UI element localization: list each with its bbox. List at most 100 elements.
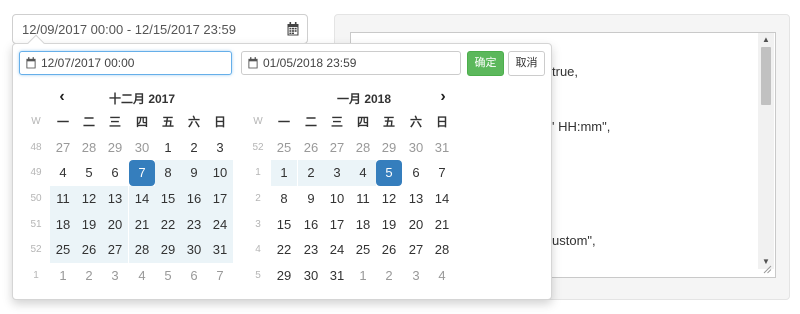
calendar-day-in-range[interactable]: 17 xyxy=(207,186,233,212)
calendar-day[interactable]: 22 xyxy=(271,237,297,263)
calendar-day-selected[interactable]: 7 xyxy=(129,160,155,186)
calendar-day-in-range[interactable]: 19 xyxy=(76,212,102,238)
calendar-day[interactable]: 28 xyxy=(429,237,455,263)
calendar-day-in-range[interactable]: 21 xyxy=(129,212,155,238)
calendar-day[interactable]: 11 xyxy=(350,186,376,212)
calendar-day-in-range[interactable]: 30 xyxy=(181,237,207,263)
calendar-day-other-month[interactable]: 2 xyxy=(76,263,102,289)
calendar-day[interactable]: 18 xyxy=(350,212,376,238)
calendar-day-in-range[interactable]: 26 xyxy=(76,237,102,263)
calendar-day-in-range[interactable]: 10 xyxy=(207,160,233,186)
calendar-day[interactable]: 29 xyxy=(271,263,297,289)
calendar-day-other-month[interactable]: 30 xyxy=(129,135,155,161)
calendar-icon xyxy=(248,57,258,69)
calendar-day[interactable]: 26 xyxy=(376,237,402,263)
calendar-day[interactable]: 6 xyxy=(102,160,128,186)
calendar-day-in-range[interactable]: 4 xyxy=(350,160,376,186)
calendar-day[interactable]: 25 xyxy=(350,237,376,263)
calendar-day[interactable]: 4 xyxy=(50,160,76,186)
calendar-day[interactable]: 20 xyxy=(403,212,429,238)
calendar-day[interactable]: 23 xyxy=(298,237,324,263)
end-date-field[interactable]: 01/05/2018 23:59 xyxy=(241,51,461,75)
calendar-day[interactable]: 10 xyxy=(324,186,350,212)
calendar-day-in-range[interactable]: 16 xyxy=(181,186,207,212)
editor-text-line: ' HH:mm", xyxy=(552,119,611,134)
calendar-day-other-month[interactable]: 28 xyxy=(76,135,102,161)
start-date-field[interactable]: 12/07/2017 00:00 xyxy=(19,51,232,75)
calendar-day[interactable]: 16 xyxy=(298,212,324,238)
calendar-day-other-month[interactable]: 1 xyxy=(350,263,376,289)
calendar-icon[interactable] xyxy=(287,22,299,36)
calendar-day[interactable]: 30 xyxy=(298,263,324,289)
calendar-day-in-range[interactable]: 25 xyxy=(50,237,76,263)
calendar-day-in-range[interactable]: 22 xyxy=(155,212,181,238)
calendar-day-in-range[interactable]: 13 xyxy=(102,186,128,212)
calendar-day-in-range[interactable]: 12 xyxy=(76,186,102,212)
calendar-day[interactable]: 6 xyxy=(403,160,429,186)
calendar-day-other-month[interactable]: 2 xyxy=(376,263,402,289)
calendar-day-in-range[interactable]: 20 xyxy=(102,212,128,238)
editor-scrollbar[interactable]: ▲ ▼ xyxy=(758,33,774,269)
calendar-day[interactable]: 31 xyxy=(324,263,350,289)
calendar-day[interactable]: 15 xyxy=(271,212,297,238)
calendar-day-in-range[interactable]: 8 xyxy=(155,160,181,186)
calendar-day-in-range[interactable]: 11 xyxy=(50,186,76,212)
calendar-day-other-month[interactable]: 4 xyxy=(429,263,455,289)
calendar-day-in-range[interactable]: 31 xyxy=(207,237,233,263)
calendar-day-other-month[interactable]: 3 xyxy=(102,263,128,289)
next-month-chevron-icon[interactable]: › xyxy=(436,89,450,105)
prev-month-chevron-icon[interactable]: ‹ xyxy=(55,89,69,105)
week-number: 50 xyxy=(30,193,42,204)
calendar-day-other-month[interactable]: 25 xyxy=(271,135,297,161)
cancel-button[interactable]: 取消 xyxy=(508,51,545,76)
calendar-day[interactable]: 17 xyxy=(324,212,350,238)
calendar-day-in-range[interactable]: 27 xyxy=(102,237,128,263)
resize-grip-icon[interactable] xyxy=(762,264,772,274)
calendar-day[interactable]: 7 xyxy=(429,160,455,186)
calendar-day-other-month[interactable]: 26 xyxy=(298,135,324,161)
calendar-day[interactable]: 21 xyxy=(429,212,455,238)
calendar-day-in-range[interactable]: 23 xyxy=(181,212,207,238)
calendar-day-in-range[interactable]: 9 xyxy=(181,160,207,186)
calendar-day-other-month[interactable]: 4 xyxy=(129,263,155,289)
calendar-day-other-month[interactable]: 6 xyxy=(181,263,207,289)
calendar-day-in-range[interactable]: 29 xyxy=(155,237,181,263)
calendar-day[interactable]: 27 xyxy=(403,237,429,263)
calendar-day-other-month[interactable]: 29 xyxy=(102,135,128,161)
calendar-day-other-month[interactable]: 28 xyxy=(350,135,376,161)
calendar-day[interactable]: 5 xyxy=(76,160,102,186)
calendar-day-in-range[interactable]: 3 xyxy=(324,160,350,186)
calendar-day-other-month[interactable]: 30 xyxy=(403,135,429,161)
calendar-day-other-month[interactable]: 3 xyxy=(403,263,429,289)
calendar-day-in-range[interactable]: 2 xyxy=(298,160,324,186)
calendar-day-in-range[interactable]: 18 xyxy=(50,212,76,238)
calendar-day[interactable]: 13 xyxy=(403,186,429,212)
scroll-up-arrow-icon[interactable]: ▲ xyxy=(758,33,774,47)
calendar-day-other-month[interactable]: 31 xyxy=(429,135,455,161)
calendar-day-in-range[interactable]: 24 xyxy=(207,212,233,238)
calendar-day-other-month[interactable]: 29 xyxy=(376,135,402,161)
calendar-day-other-month[interactable]: 5 xyxy=(155,263,181,289)
calendar-day-other-month[interactable]: 1 xyxy=(50,263,76,289)
calendar-day[interactable]: 1 xyxy=(155,135,181,161)
calendar-day-in-range[interactable]: 1 xyxy=(271,160,297,186)
calendar-day-other-month[interactable]: 27 xyxy=(50,135,76,161)
calendar-day-in-range[interactable]: 28 xyxy=(129,237,155,263)
calendar-day-in-range[interactable]: 14 xyxy=(129,186,155,212)
scroll-thumb[interactable] xyxy=(761,47,771,105)
weekday-header: 二 xyxy=(304,115,317,129)
calendar-day[interactable]: 2 xyxy=(181,135,207,161)
calendar-day-selected[interactable]: 5 xyxy=(376,160,402,186)
calendar-day[interactable]: 8 xyxy=(271,186,297,212)
calendar-day-in-range[interactable]: 15 xyxy=(155,186,181,212)
date-range-input[interactable]: 12/09/2017 00:00 - 12/15/2017 23:59 xyxy=(12,14,308,44)
calendar-day[interactable]: 19 xyxy=(376,212,402,238)
calendar-day-other-month[interactable]: 27 xyxy=(324,135,350,161)
calendar-day[interactable]: 24 xyxy=(324,237,350,263)
calendar-day[interactable]: 12 xyxy=(376,186,402,212)
calendar-day[interactable]: 3 xyxy=(207,135,233,161)
calendar-day[interactable]: 9 xyxy=(298,186,324,212)
apply-button[interactable]: 确定 xyxy=(467,51,504,76)
calendar-day-other-month[interactable]: 7 xyxy=(207,263,233,289)
calendar-day[interactable]: 14 xyxy=(429,186,455,212)
